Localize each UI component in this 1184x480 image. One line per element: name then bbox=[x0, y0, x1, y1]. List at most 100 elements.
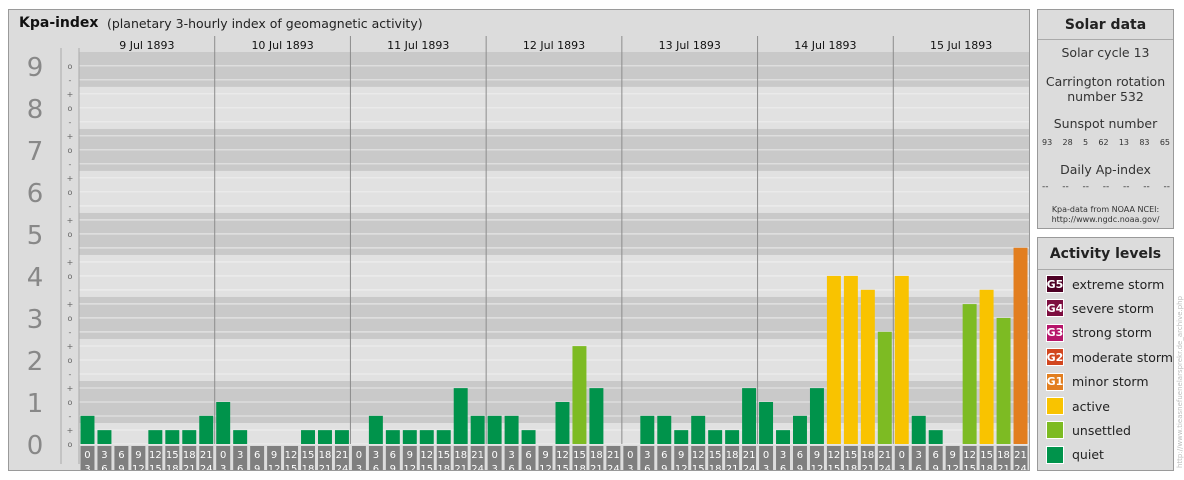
interval-start-label: 18 bbox=[726, 450, 739, 461]
kp-bar bbox=[657, 415, 672, 444]
sunspot-value: 13 bbox=[1118, 138, 1130, 147]
kp-bar bbox=[419, 430, 434, 444]
minor-tick-label: o bbox=[68, 398, 73, 407]
interval-start-label: 12 bbox=[828, 450, 841, 461]
interval-start-label: 9 bbox=[949, 450, 955, 461]
legend-swatch: G2 bbox=[1046, 348, 1064, 367]
legend-label: moderate storm bbox=[1072, 349, 1173, 365]
interval-end-label: 15 bbox=[420, 464, 433, 470]
watermark: http://www.tieasnefuenelarsprekr.de_arch… bbox=[1176, 295, 1184, 468]
kp-bar bbox=[979, 289, 994, 444]
kp-bar bbox=[199, 415, 214, 444]
kp-bar bbox=[776, 430, 790, 444]
kp-bar bbox=[334, 430, 349, 444]
interval-end-label: 6 bbox=[373, 464, 379, 470]
interval-end-label: 6 bbox=[508, 464, 514, 470]
minor-tick-label: o bbox=[68, 188, 73, 197]
kp-bar bbox=[216, 401, 231, 444]
minor-tick-label: - bbox=[69, 328, 72, 337]
minor-tick-label: + bbox=[67, 426, 74, 435]
interval-end-label: 15 bbox=[963, 464, 976, 470]
interval-end-label: 18 bbox=[709, 464, 722, 470]
interval-start-label: 3 bbox=[644, 450, 650, 461]
interval-end-label: 9 bbox=[797, 464, 803, 470]
minor-tick-label: - bbox=[69, 244, 72, 253]
kp-bar bbox=[504, 415, 519, 444]
interval-end-label: 6 bbox=[916, 464, 922, 470]
interval-end-label: 12 bbox=[268, 464, 281, 470]
solar-cycle: Solar cycle 13 bbox=[1061, 45, 1150, 60]
interval-end-label: 24 bbox=[743, 464, 756, 470]
sunspot-label: Sunspot number bbox=[1053, 116, 1158, 131]
ap-value: -- bbox=[1102, 182, 1110, 192]
interval-end-label: 9 bbox=[661, 464, 667, 470]
interval-start-label: 6 bbox=[933, 450, 939, 461]
legend-swatch bbox=[1046, 445, 1064, 464]
kp-bar bbox=[97, 430, 112, 444]
kp-bar bbox=[928, 430, 943, 444]
interval-start-label: 6 bbox=[118, 450, 124, 461]
sunspot-value: 93 bbox=[1042, 138, 1053, 147]
day-label: 10 Jul 1893 bbox=[251, 39, 313, 52]
ap-value: -- bbox=[1163, 182, 1171, 192]
minor-tick-label: - bbox=[69, 202, 72, 211]
sunspot-value: 5 bbox=[1082, 138, 1089, 147]
minor-tick-label: o bbox=[68, 62, 73, 71]
sunspot-value: 28 bbox=[1062, 138, 1073, 147]
legend-item: active bbox=[1046, 396, 1110, 416]
minor-tick-label: o bbox=[68, 146, 73, 155]
interval-end-label: 15 bbox=[149, 464, 162, 470]
interval-end-label: 6 bbox=[644, 464, 650, 470]
data-source-url: http://www.ngdc.noaa.gov/ bbox=[1051, 215, 1160, 224]
ap-value: -- bbox=[1062, 182, 1069, 192]
interval-start-label: 0 bbox=[220, 450, 226, 461]
interval-end-label: 6 bbox=[101, 464, 107, 470]
minor-tick-label: o bbox=[68, 314, 73, 323]
minor-tick-label: - bbox=[69, 412, 72, 421]
kp-bar bbox=[402, 430, 417, 444]
interval-start-label: 0 bbox=[763, 450, 769, 461]
kp-bar bbox=[708, 430, 723, 444]
interval-end-label: 6 bbox=[780, 464, 786, 470]
minor-tick-label: + bbox=[67, 342, 74, 351]
interval-end-label: 3 bbox=[627, 464, 633, 470]
minor-tick-label: o bbox=[68, 356, 73, 365]
interval-end-label: 24 bbox=[607, 464, 620, 470]
minor-tick-label: o bbox=[68, 272, 73, 281]
interval-end-label: 9 bbox=[254, 464, 260, 470]
interval-start-label: 18 bbox=[590, 450, 603, 461]
legend-item: quiet bbox=[1046, 445, 1104, 465]
legend-label: extreme storm bbox=[1072, 276, 1165, 292]
day-label: 14 Jul 1893 bbox=[794, 39, 856, 52]
ap-value: -- bbox=[1143, 182, 1150, 192]
interval-start-label: 12 bbox=[149, 450, 162, 461]
interval-start-label: 9 bbox=[678, 450, 684, 461]
interval-end-label: 3 bbox=[84, 464, 90, 470]
interval-start-label: 9 bbox=[407, 450, 413, 461]
kp-bar bbox=[470, 415, 485, 444]
kp-bar bbox=[521, 430, 536, 444]
solar-data-title: Solar data bbox=[1064, 17, 1147, 33]
interval-end-label: 18 bbox=[437, 464, 450, 470]
interval-end-label: 21 bbox=[861, 464, 874, 470]
legend-swatch: G4 bbox=[1046, 299, 1064, 318]
watermark-text: http://www.tieasnefuenelarsprekr.de_arch… bbox=[1176, 295, 1184, 468]
legend-item: unsettled bbox=[1046, 420, 1131, 440]
kp-bar bbox=[368, 415, 383, 444]
kp-bar bbox=[894, 275, 909, 444]
legend-swatch: G3 bbox=[1046, 323, 1064, 342]
legend-label: unsettled bbox=[1072, 422, 1131, 438]
day-label: 9 Jul 1893 bbox=[119, 39, 174, 52]
interval-start-label: 21 bbox=[1014, 450, 1027, 461]
y-tick-label: 4 bbox=[27, 263, 44, 293]
minor-tick-label: + bbox=[67, 90, 74, 99]
interval-end-label: 15 bbox=[556, 464, 569, 470]
interval-end-label: 12 bbox=[811, 464, 824, 470]
interval-start-label: 15 bbox=[166, 450, 179, 461]
interval-start-label: 9 bbox=[135, 450, 141, 461]
legend-item: G5 extreme storm bbox=[1046, 274, 1164, 294]
interval-start-label: 15 bbox=[845, 450, 858, 461]
kp-bar bbox=[809, 388, 824, 444]
interval-end-label: 3 bbox=[763, 464, 769, 470]
interval-start-label: 3 bbox=[780, 450, 786, 461]
